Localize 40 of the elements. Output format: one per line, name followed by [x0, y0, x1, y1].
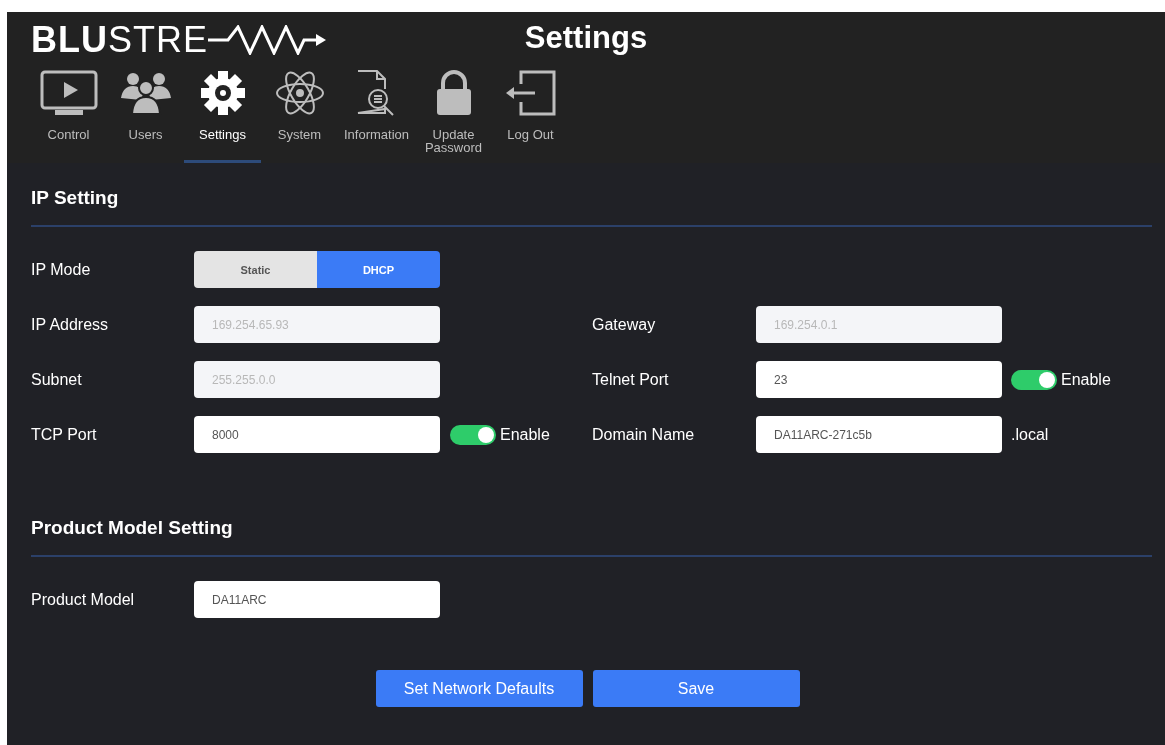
nav-tab[interactable]: Settings — [184, 66, 261, 163]
tv-play-icon — [39, 70, 98, 116]
domain-suffix: .local — [1011, 425, 1049, 444]
section-title: Product Model Setting — [31, 493, 1152, 557]
field-label: Subnet — [31, 370, 83, 389]
input-field: 169.254.65.93 — [194, 306, 440, 343]
action-button[interactable]: Set Network Defaults — [375, 670, 583, 707]
nav-tab[interactable]: Users — [107, 66, 184, 163]
nav-tab[interactable]: Update Password — [415, 66, 492, 163]
field-label: IP Address — [31, 315, 110, 334]
input-field[interactable]: DA11ARC-271c5b — [756, 416, 1002, 453]
action-button[interactable]: Save — [592, 670, 800, 707]
field-label: TCP Port — [31, 425, 98, 444]
toggle-label: Enable — [500, 425, 550, 444]
nav-tab[interactable]: Control — [30, 66, 107, 163]
field-label: Domain Name — [592, 425, 696, 444]
logo-text: BLUSTRE — [31, 22, 208, 58]
field-label: IP Mode — [31, 260, 92, 279]
input-field: 169.254.0.1 — [756, 306, 1002, 343]
input-field[interactable]: 8000 — [194, 416, 440, 453]
page-title: Settings — [524, 20, 648, 56]
input-field[interactable]: 23 — [756, 361, 1002, 398]
input-field[interactable]: DA11ARC — [194, 581, 440, 618]
mode-option[interactable]: DHCP — [317, 251, 440, 288]
settings-icon — [198, 69, 247, 117]
toggle-label: Enable — [1061, 370, 1111, 389]
field-label: Gateway — [592, 315, 657, 334]
toggle-switch[interactable] — [1011, 369, 1057, 390]
nav-tab[interactable]: System — [261, 66, 338, 163]
toggle-switch[interactable] — [450, 424, 496, 445]
field-label: Telnet Port — [592, 370, 670, 389]
nav-tab[interactable]: Information — [338, 66, 415, 163]
section-title: IP Setting — [31, 163, 1152, 227]
mode-option[interactable]: Static — [194, 251, 317, 288]
input-field: 255.255.0.0 — [194, 361, 440, 398]
nav-tab[interactable]: Log Out — [492, 66, 569, 163]
logo-wave-arrow-icon — [208, 25, 328, 55]
field-label: Product Model — [31, 590, 136, 609]
log-out-icon — [504, 70, 557, 116]
users-icon — [118, 70, 173, 116]
